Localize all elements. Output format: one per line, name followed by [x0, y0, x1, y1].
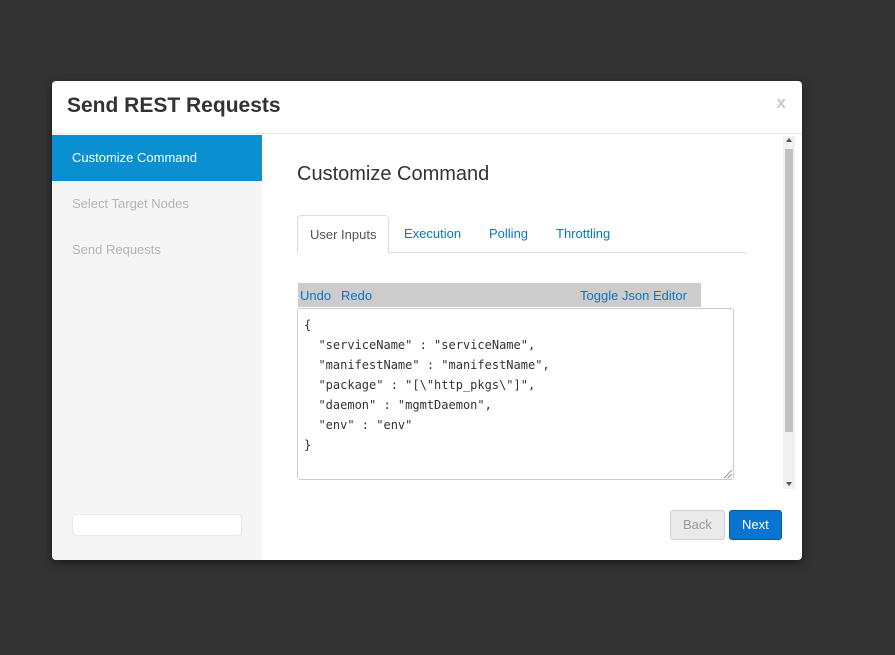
tab-bar: User Inputs Execution Polling Throttling [297, 215, 747, 254]
send-rest-requests-dialog: Send REST Requests x Customize Command S… [52, 81, 802, 560]
step-select-target-nodes: Select Target Nodes [72, 196, 189, 211]
toggle-json-editor-button[interactable]: Toggle Json Editor [580, 288, 687, 303]
sidebar-progress-field [72, 514, 242, 536]
scroll-thumb[interactable] [785, 149, 793, 432]
step-send-requests: Send Requests [72, 242, 161, 257]
dialog-header: Send REST Requests x [52, 81, 802, 134]
tab-polling[interactable]: Polling [489, 215, 528, 253]
dialog-title: Send REST Requests [67, 94, 281, 117]
json-editor-textarea[interactable]: { "serviceName" : "serviceName", "manife… [297, 308, 734, 480]
tab-throttling[interactable]: Throttling [556, 215, 610, 253]
step-customize-command[interactable]: Customize Command [52, 135, 262, 181]
tab-execution[interactable]: Execution [404, 215, 461, 253]
wizard-sidebar: Customize Command Select Target Nodes Se… [52, 135, 262, 560]
tab-user-inputs[interactable]: User Inputs [297, 215, 390, 254]
scroll-up-icon[interactable] [786, 138, 792, 142]
scroll-down-icon[interactable] [786, 482, 792, 486]
undo-button[interactable]: Undo [300, 288, 331, 303]
json-editor-toolbar: Undo Redo Toggle Json Editor [298, 283, 701, 307]
redo-button[interactable]: Redo [341, 288, 372, 303]
next-button[interactable]: Next [729, 510, 782, 540]
back-button[interactable]: Back [670, 510, 725, 540]
wizard-content: Customize Command User Inputs Execution … [262, 135, 802, 560]
section-title: Customize Command [297, 163, 490, 185]
close-button[interactable]: x [777, 93, 786, 113]
modal-scrollbar[interactable] [783, 136, 795, 489]
